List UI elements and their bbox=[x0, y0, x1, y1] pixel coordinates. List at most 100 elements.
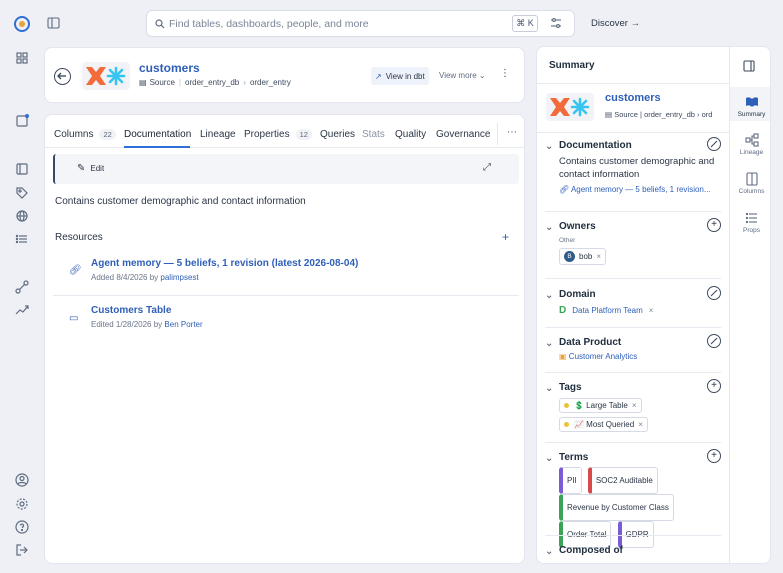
edit-documentation-icon[interactable] bbox=[707, 137, 721, 151]
remove-icon[interactable]: × bbox=[649, 306, 654, 315]
edit-data-product-icon[interactable] bbox=[707, 334, 721, 348]
tab-stats[interactable]: Stats bbox=[362, 129, 385, 140]
asset-title[interactable]: customers bbox=[139, 61, 200, 75]
edit-label: Edit bbox=[90, 164, 105, 173]
arrow-right-icon: → bbox=[630, 18, 641, 29]
analytics-icon[interactable] bbox=[15, 303, 29, 317]
breadcrumb-schema[interactable]: ord bbox=[702, 110, 713, 119]
global-search[interactable]: Find tables, dashboards, people, and mor… bbox=[146, 10, 575, 37]
section-heading: Data Product bbox=[559, 337, 622, 348]
search-input[interactable]: Find tables, dashboards, people, and mor… bbox=[169, 18, 369, 30]
edit-domain-icon[interactable] bbox=[707, 286, 721, 300]
summary-resource-link[interactable]: 🔗︎ Agent memory — 5 beliefs, 1 revision.… bbox=[559, 185, 717, 194]
filter-icon[interactable] bbox=[550, 17, 562, 29]
breadcrumb-database[interactable]: order_entry_db bbox=[185, 78, 239, 87]
sidebar-tab-lineage[interactable]: Lineage bbox=[730, 133, 770, 156]
chevron-down-icon[interactable]: ⌄ bbox=[545, 546, 554, 557]
chevron-down-icon[interactable]: ⌄ bbox=[545, 338, 554, 349]
settings-icon[interactable] bbox=[15, 497, 29, 511]
sidebar-tab-props[interactable]: Props bbox=[730, 211, 770, 234]
chevron-down-icon[interactable]: ⌄ bbox=[545, 383, 554, 394]
tag-label: 💲 Large Table bbox=[574, 401, 628, 410]
summary-body: Summary customers ▤ Source | order_entry… bbox=[537, 47, 729, 563]
chevron-down-icon[interactable]: ⌄ bbox=[545, 222, 554, 233]
view-in-dbt-button[interactable]: ↗ View in dbt bbox=[371, 67, 429, 85]
discover-link[interactable]: Discover → bbox=[591, 18, 640, 29]
resource-title[interactable]: Customers Table bbox=[91, 305, 203, 316]
book-open-icon bbox=[745, 95, 759, 109]
breadcrumb-schema[interactable]: order_entry bbox=[250, 78, 291, 87]
view-in-dbt-label: View in dbt bbox=[385, 71, 425, 81]
tab-properties[interactable]: Properties 12 bbox=[244, 129, 312, 140]
term-chip[interactable]: PII bbox=[559, 467, 582, 494]
doc-description: Contains customer demographic and contac… bbox=[55, 196, 306, 207]
summary-asset-name[interactable]: customers bbox=[605, 92, 661, 104]
tab-queries[interactable]: Queries bbox=[320, 129, 355, 140]
resource-author[interactable]: Ben Porter bbox=[164, 320, 202, 329]
asset-logo bbox=[546, 93, 594, 121]
more-vertical-icon[interactable]: ⋮ bbox=[500, 68, 510, 79]
tag-icon[interactable] bbox=[15, 186, 29, 200]
edit-button[interactable]: ✎ Edit bbox=[77, 163, 104, 174]
resources-heading: Resources bbox=[55, 232, 103, 243]
add-tag-icon[interactable]: + bbox=[707, 379, 721, 393]
tab-governance[interactable]: Governance bbox=[436, 129, 490, 140]
summary-data-product-section: ⌄ Data Product ▣ Customer Analytics bbox=[545, 334, 721, 361]
data-product-link[interactable]: ▣ Customer Analytics bbox=[559, 352, 721, 361]
summary-domain-section: ⌄ Domain D Data Platform Team × bbox=[545, 286, 721, 316]
resource-item[interactable]: ▭ Customers Table Edited 1/28/2026 by Be… bbox=[53, 299, 519, 343]
sidebar-toggle-icon[interactable] bbox=[47, 17, 60, 29]
logout-icon[interactable] bbox=[15, 543, 29, 557]
connections-icon[interactable] bbox=[15, 280, 29, 294]
expand-icon[interactable]: ⤢ bbox=[483, 162, 491, 173]
domain-chip[interactable]: D Data Platform Team × bbox=[559, 305, 721, 316]
resource-title[interactable]: Agent memory — 5 beliefs, 1 revision (la… bbox=[91, 258, 358, 269]
term-chip[interactable]: SOC2 Auditable bbox=[587, 467, 658, 494]
view-more-button[interactable]: View more ⌄ bbox=[439, 71, 486, 80]
back-icon[interactable] bbox=[54, 68, 71, 85]
resource-item[interactable]: 🔗︎ Agent memory — 5 beliefs, 1 revision … bbox=[53, 251, 519, 295]
help-icon[interactable] bbox=[15, 520, 29, 534]
tab-documentation[interactable]: Documentation bbox=[124, 129, 191, 140]
book-icon[interactable] bbox=[15, 162, 29, 176]
sidebar-tab-columns[interactable]: Columns bbox=[730, 172, 770, 195]
sidebar-tab-label: Summary bbox=[737, 111, 766, 118]
tag-chip[interactable]: 💲 Large Table × bbox=[559, 398, 642, 413]
breadcrumb-database[interactable]: order_entry_db bbox=[644, 110, 695, 119]
resource-meta: Added 8/4/2026 by bbox=[91, 273, 159, 282]
section-heading: Owners bbox=[559, 221, 596, 232]
domain-name[interactable]: Data Platform Team bbox=[572, 306, 643, 315]
app-logo-icon[interactable] bbox=[14, 16, 30, 32]
tab-lineage[interactable]: Lineage bbox=[200, 129, 236, 140]
tab-columns[interactable]: Columns 22 bbox=[54, 129, 116, 140]
list-icon[interactable] bbox=[15, 232, 29, 246]
add-term-icon[interactable]: + bbox=[707, 449, 721, 463]
chevron-down-icon[interactable]: ⌄ bbox=[545, 290, 554, 301]
sidebar-tab-summary[interactable]: Summary bbox=[730, 87, 770, 121]
summary-terms-section: ⌄ Terms + PII SOC2 Auditable Revenue by C… bbox=[545, 449, 721, 548]
add-owner-icon[interactable]: + bbox=[707, 218, 721, 232]
tab-quality[interactable]: Quality bbox=[395, 129, 426, 140]
more-tabs-icon[interactable]: ⋯ bbox=[507, 127, 517, 138]
inbox-icon[interactable] bbox=[15, 114, 29, 128]
grid-icon[interactable] bbox=[15, 51, 29, 65]
owner-type-label: Other bbox=[559, 237, 576, 244]
resource-author[interactable]: palimpsest bbox=[160, 273, 198, 282]
search-icon bbox=[155, 19, 165, 29]
section-heading: Domain bbox=[559, 289, 596, 300]
chevron-down-icon[interactable]: ⌄ bbox=[545, 141, 554, 152]
globe-icon[interactable] bbox=[15, 209, 29, 223]
database-icon: ▤ bbox=[605, 110, 613, 119]
term-chip[interactable]: Revenue by Customer Class bbox=[559, 494, 674, 521]
remove-icon[interactable]: × bbox=[632, 401, 637, 410]
tag-chip[interactable]: 📈 Most Queried × bbox=[559, 417, 648, 432]
summary-breadcrumb: ▤ Source | order_entry_db › ord bbox=[605, 110, 713, 119]
add-resource-icon[interactable]: + bbox=[502, 230, 509, 244]
section-heading: Tags bbox=[559, 382, 582, 393]
chevron-down-icon[interactable]: ⌄ bbox=[545, 453, 554, 464]
remove-icon[interactable]: × bbox=[596, 252, 601, 261]
owner-chip[interactable]: B bob × bbox=[559, 248, 607, 265]
remove-icon[interactable]: × bbox=[638, 420, 643, 429]
owner-name: bob bbox=[579, 252, 593, 261]
user-icon[interactable] bbox=[15, 473, 29, 487]
